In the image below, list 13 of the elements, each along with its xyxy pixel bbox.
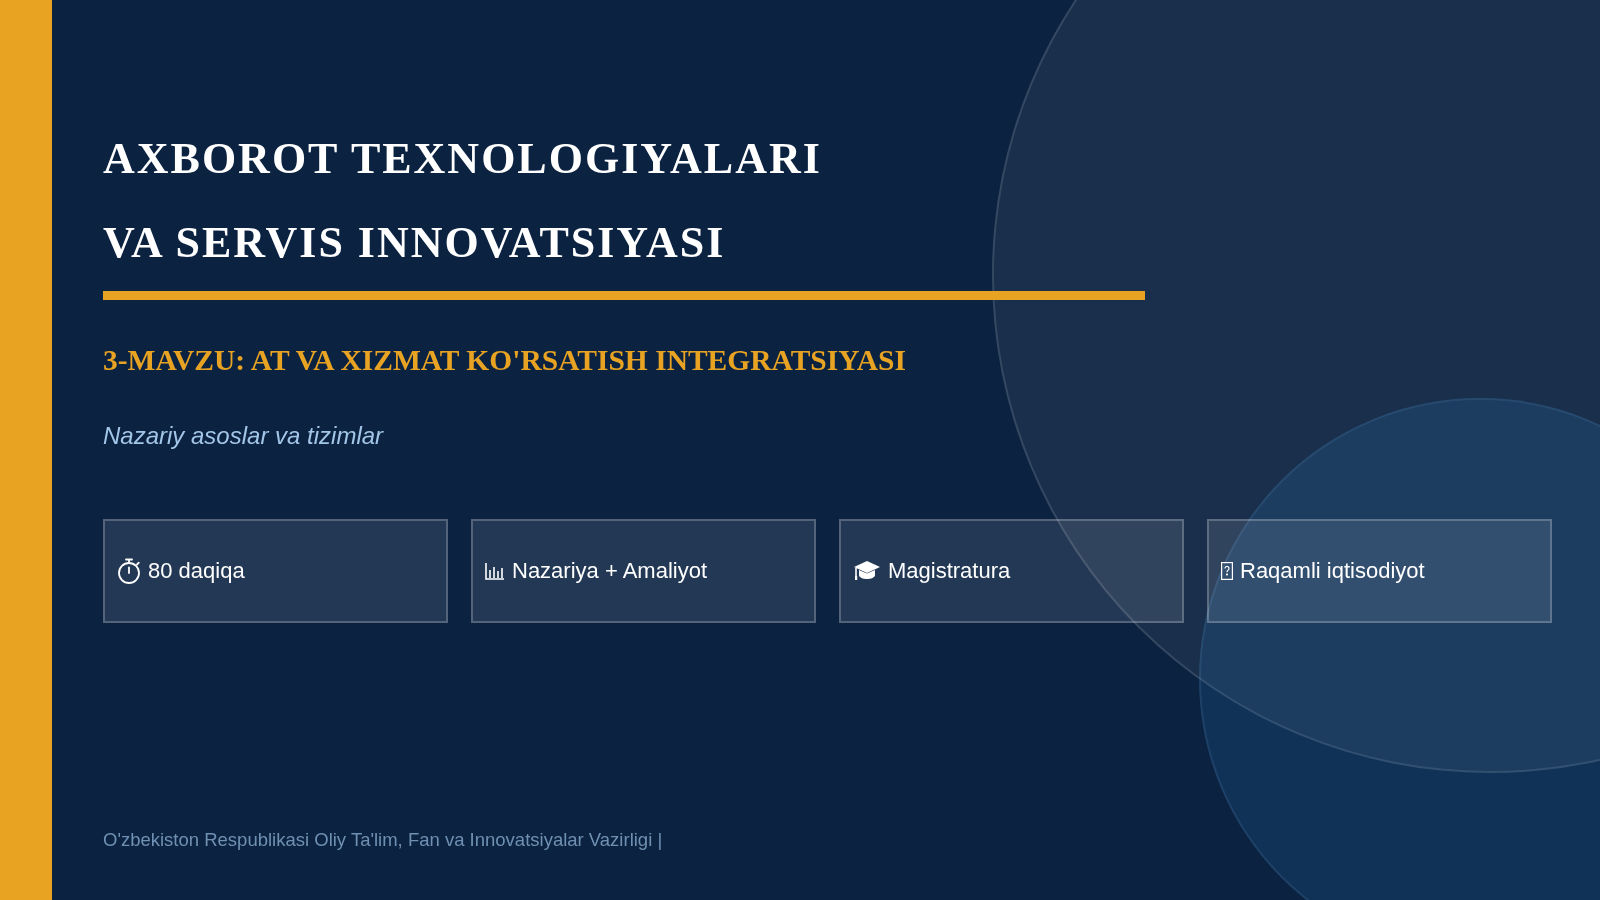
card-label: Nazariya + Amaliyot (512, 558, 708, 584)
question-box-icon (1221, 562, 1233, 580)
slide-title: VA SERVIS INNOVATSIYASI (103, 217, 726, 269)
card-label: Raqamli iqtisodiyot (1240, 558, 1425, 584)
card-label: 80 daqiqa (148, 558, 245, 584)
card-label: Magistratura (888, 558, 1011, 584)
topic-heading: 3-MAVZU: AT VA XIZMAT KO'RSATISH INTEGRATSIYASI (103, 343, 906, 378)
slide-title: AXBOROT TEXNOLOGIYALARI (103, 133, 822, 185)
graduation-cap-icon (853, 560, 881, 582)
footer-text: O'zbekiston Respublikasi Oliy Ta'lim, Fan va Innovatsiyalar Vazirligi | (103, 828, 663, 852)
stopwatch-icon (117, 558, 141, 584)
bar-chart-icon (485, 562, 505, 580)
tagline: Nazariy asoslar va tizimlar (103, 421, 384, 451)
